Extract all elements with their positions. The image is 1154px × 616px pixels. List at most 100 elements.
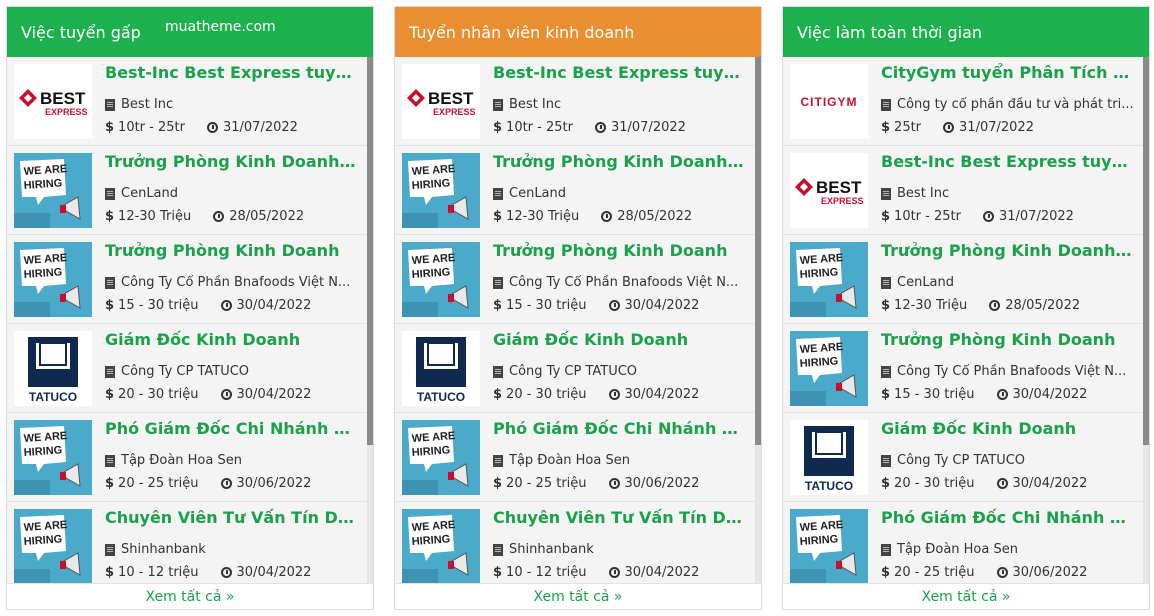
logo-text: BEST: [40, 89, 86, 108]
job-title-link[interactable]: Phó Giám Đốc Chi Nhánh Tỉnh...: [493, 419, 747, 438]
job-item[interactable]: WE AREHIRING Phó Giám Đốc Chi Nhánh Tỉnh.…: [783, 502, 1143, 583]
job-thumbnail[interactable]: WE ARE HIRING: [790, 509, 868, 583]
company-name: Công Ty Cổ Phần Bnafoods Việt N...: [897, 364, 1127, 379]
job-thumbnail[interactable]: BEST EXPRESS: [14, 64, 92, 139]
dollar-icon: $: [881, 565, 891, 580]
job-item[interactable]: WE AREHIRING Phó Giám Đốc Chi Nhánh Tỉnh.…: [7, 413, 367, 502]
job-panel-fulltime: Việc làm toàn thời gian CITIGYM CityGym t…: [782, 6, 1150, 610]
job-thumbnail[interactable]: TATUCO: [402, 331, 480, 406]
job-thumbnail[interactable]: BEST EXPRESS: [402, 64, 480, 139]
scroll-thumb[interactable]: [1143, 57, 1149, 445]
we-are-hiring-logo: WE ARE HIRING: [14, 242, 92, 317]
watermark: muatheme.com: [165, 19, 276, 35]
job-thumbnail[interactable]: TATUCO: [14, 331, 92, 406]
job-item[interactable]: WE AREHIRING Phó Giám Đốc Chi Nhánh Tỉnh.…: [395, 413, 755, 502]
job-title-link[interactable]: Trưởng Phòng Kinh Doanh: [105, 241, 359, 260]
panel-header[interactable]: Tuyển nhân viên kinh doanh: [395, 7, 761, 57]
job-item[interactable]: WE ARE HIRING Trưởng Phòng Kinh Doanh Lư..…: [783, 235, 1143, 324]
job-title-link[interactable]: Trưởng Phòng Kinh Doanh Lư...: [493, 152, 747, 171]
job-item[interactable]: BESTEXPRESS Best-Inc Best Express tuyển d…: [7, 57, 367, 146]
dollar-icon: $: [881, 387, 891, 402]
job-meta: $12-30 Triệu 28/05/2022: [881, 298, 1080, 313]
job-item[interactable]: WE ARE HIRING Trưởng Phòng Kinh Doanh Lư..…: [395, 146, 755, 235]
panel-header[interactable]: Việc làm toàn thời gian: [783, 7, 1149, 57]
best-express-logo: BEST EXPRESS: [14, 64, 92, 139]
job-thumbnail[interactable]: WE ARE HIRING: [402, 420, 480, 495]
job-title-link[interactable]: Phó Giám Đốc Chi Nhánh Tỉnh...: [881, 508, 1135, 527]
view-all-link[interactable]: Xem tất cả »: [783, 583, 1149, 609]
job-thumbnail[interactable]: WE ARE HIRING: [402, 242, 480, 317]
job-title-link[interactable]: Trưởng Phòng Kinh Doanh Lư...: [881, 241, 1135, 260]
job-item[interactable]: TATUCO Giám Đốc Kinh Doanh Công Ty CP TATU…: [395, 324, 755, 413]
job-thumbnail[interactable]: WE ARE HIRING: [402, 509, 480, 583]
view-all-link[interactable]: Xem tất cả »: [7, 583, 373, 609]
job-item[interactable]: WE ARE HIRING Trưởng Phòng Kinh Doanh Công …: [7, 235, 367, 324]
job-salary: 20 - 25 triệu: [118, 476, 199, 491]
job-company: Best Inc: [105, 97, 359, 112]
job-item[interactable]: TATUCO Giám Đốc Kinh Doanh Công Ty CP TATU…: [7, 324, 367, 413]
job-item[interactable]: WE AREHIRING Chuyên Viên Tư Vấn Tín Dụng.…: [395, 502, 755, 583]
job-company: CenLand: [105, 186, 359, 201]
dollar-icon: $: [881, 298, 891, 313]
job-title-link[interactable]: Best-Inc Best Express tuyển d...: [881, 152, 1135, 171]
job-title-link[interactable]: Chuyên Viên Tư Vấn Tín Dụng...: [105, 508, 359, 527]
view-all-link[interactable]: Xem tất cả »: [395, 583, 761, 609]
job-company: Tập Đoàn Hoa Sen: [881, 542, 1135, 557]
job-list: BESTEXPRESS Best-Inc Best Express tuyển d…: [7, 57, 367, 583]
job-company: Tập Đoàn Hoa Sen: [105, 453, 359, 468]
job-thumbnail[interactable]: WE ARE HIRING: [14, 420, 92, 495]
job-salary: 10tr - 25tr: [118, 120, 185, 135]
job-panel-urgent: Việc tuyển gấp muatheme.com BEST EXPRESS B…: [6, 6, 374, 610]
scroll-thumb[interactable]: [367, 57, 373, 445]
job-company: Công Ty Cổ Phần Bnafoods Việt N...: [105, 275, 359, 290]
job-item[interactable]: WE ARE HIRING Trưởng Phòng Kinh Doanh Công …: [395, 235, 755, 324]
job-item[interactable]: CITIGYM CityGym tuyển Phân Tích Ngh... Côn…: [783, 57, 1143, 146]
job-company: Shinhanbank: [105, 542, 359, 557]
job-company: Best Inc: [881, 186, 1135, 201]
job-salary: 15 - 30 triệu: [506, 298, 587, 313]
job-thumbnail[interactable]: WE ARE HIRING: [790, 331, 868, 406]
job-title-link[interactable]: Trưởng Phòng Kinh Doanh Lư...: [105, 152, 359, 171]
job-title-link[interactable]: CityGym tuyển Phân Tích Ngh...: [881, 63, 1135, 82]
job-title-link[interactable]: Trưởng Phòng Kinh Doanh: [881, 330, 1135, 349]
job-thumbnail[interactable]: CITIGYM: [790, 64, 868, 139]
job-meta: $25tr 31/07/2022: [881, 120, 1034, 135]
job-title-link[interactable]: Chuyên Viên Tư Vấn Tín Dụng...: [493, 508, 747, 527]
job-title-link[interactable]: Best-Inc Best Express tuyển d...: [493, 63, 747, 82]
job-title-link[interactable]: Giám Đốc Kinh Doanh: [105, 330, 359, 349]
job-item[interactable]: WE ARE HIRING Trưởng Phòng Kinh Doanh Lư..…: [7, 146, 367, 235]
job-deadline: 28/05/2022: [617, 209, 693, 224]
job-company: Công Ty CP TATUCO: [493, 364, 747, 379]
scrollbar[interactable]: [755, 57, 761, 583]
job-item[interactable]: WE ARE HIRING Trưởng Phòng Kinh Doanh Công …: [783, 324, 1143, 413]
job-company: CenLand: [881, 275, 1135, 290]
job-item[interactable]: BESTEXPRESS Best-Inc Best Express tuyển d…: [783, 146, 1143, 235]
job-thumbnail[interactable]: BEST EXPRESS: [790, 153, 868, 228]
clock-icon: [996, 567, 1008, 578]
building-icon: [105, 365, 115, 378]
job-thumbnail[interactable]: WE ARE HIRING: [402, 153, 480, 228]
scroll-thumb[interactable]: [755, 57, 761, 445]
job-thumbnail[interactable]: WE ARE HIRING: [14, 153, 92, 228]
job-title-link[interactable]: Best-Inc Best Express tuyển d...: [105, 63, 359, 82]
job-thumbnail[interactable]: TATUCO: [790, 420, 868, 495]
job-title-link[interactable]: Trưởng Phòng Kinh Doanh: [493, 241, 747, 260]
job-meta: $10tr - 25tr 31/07/2022: [881, 209, 1074, 224]
job-thumbnail[interactable]: WE ARE HIRING: [790, 242, 868, 317]
logo-subtext: EXPRESS: [45, 107, 88, 117]
job-thumbnail[interactable]: WE ARE HIRING: [14, 242, 92, 317]
job-title-link[interactable]: Giám Đốc Kinh Doanh: [493, 330, 747, 349]
job-title-link[interactable]: Phó Giám Đốc Chi Nhánh Tỉnh...: [105, 419, 359, 438]
job-meta: $10tr - 25tr 31/07/2022: [105, 120, 298, 135]
job-thumbnail[interactable]: WE ARE HIRING: [14, 509, 92, 583]
scrollbar[interactable]: [367, 57, 373, 583]
job-item[interactable]: WE AREHIRING Chuyên Viên Tư Vấn Tín Dụng.…: [7, 502, 367, 583]
clock-icon: [608, 389, 620, 400]
we-are-hiring-logo: WE ARE HIRING: [14, 509, 92, 583]
job-item[interactable]: TATUCO Giám Đốc Kinh Doanh Công Ty CP TATU…: [783, 413, 1143, 502]
job-title-link[interactable]: Giám Đốc Kinh Doanh: [881, 419, 1135, 438]
job-company: Công Ty CP TATUCO: [105, 364, 359, 379]
scrollbar[interactable]: [1143, 57, 1149, 583]
panel-header[interactable]: Việc tuyển gấp muatheme.com: [7, 7, 373, 57]
job-item[interactable]: BESTEXPRESS Best-Inc Best Express tuyển d…: [395, 57, 755, 146]
